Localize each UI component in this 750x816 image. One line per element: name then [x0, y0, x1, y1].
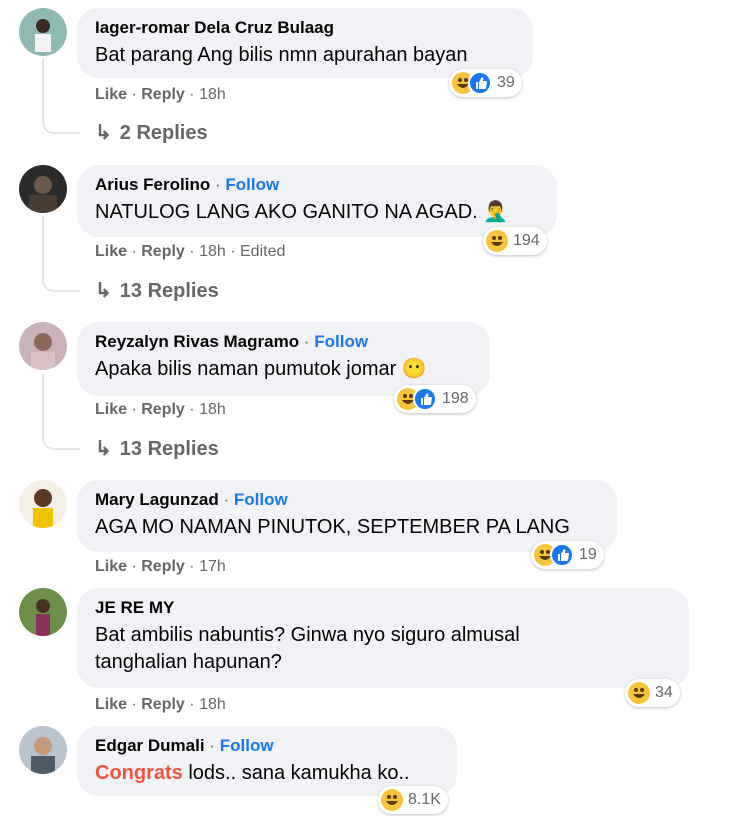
reply-arrow-icon: ↳ — [95, 122, 112, 144]
reaction-count: 194 — [513, 232, 540, 249]
view-replies-link[interactable]: ↳ 13 Replies — [95, 436, 219, 461]
reply-button[interactable]: Reply — [141, 401, 185, 418]
comment-actions: Like · Reply · 18h — [95, 401, 226, 418]
reply-button[interactable]: Reply — [141, 558, 185, 575]
comment-bubble: Mary Lagunzad · Follow AGA MO NAMAN PINU… — [77, 480, 617, 552]
comment-text: NATULOG LANG AKO GANITO NA AGAD. 🤦‍♂️ — [95, 201, 509, 223]
reaction-summary[interactable]: 19 — [531, 541, 604, 569]
reaction-summary[interactable]: 8.1K — [378, 786, 448, 814]
avatar[interactable] — [19, 480, 67, 528]
timestamp[interactable]: 18h — [199, 243, 226, 260]
reply-button[interactable]: Reply — [141, 86, 185, 103]
thread-elbow — [42, 110, 80, 134]
like-button[interactable]: Like — [95, 696, 127, 713]
view-replies-link[interactable]: ↳ 13 Replies — [95, 278, 219, 303]
reaction-summary[interactable]: 39 — [449, 69, 522, 97]
highlighted-word: Congrats — [95, 762, 183, 784]
thread-line — [42, 374, 44, 426]
haha-reaction-icon — [486, 230, 508, 252]
commenter-name[interactable]: Edgar Dumali — [95, 736, 205, 755]
like-button[interactable]: Like — [95, 401, 127, 418]
like-button[interactable]: Like — [95, 243, 127, 260]
thread-elbow — [42, 268, 80, 292]
commenter-name[interactable]: Reyzalyn Rivas Magramo — [95, 332, 299, 351]
reply-arrow-icon: ↳ — [95, 280, 112, 302]
reply-button[interactable]: Reply — [141, 696, 185, 713]
reaction-count: 8.1K — [408, 791, 441, 808]
like-reaction-icon — [468, 71, 492, 95]
comment-text: AGA MO NAMAN PINUTOK, SEPTEMBER PA LANG — [95, 516, 570, 538]
like-button[interactable]: Like — [95, 86, 127, 103]
like-reaction-icon — [550, 543, 574, 567]
reaction-summary[interactable]: 194 — [483, 227, 547, 255]
commenter-name[interactable]: Arius Ferolino — [95, 175, 210, 194]
reply-button[interactable]: Reply — [141, 243, 185, 260]
reaction-summary[interactable]: 34 — [625, 679, 680, 707]
comment-text: Bat parang Ang bilis nmn apurahan bayan — [95, 44, 468, 66]
comment-actions: Like · Reply · 18h — [95, 86, 226, 103]
haha-reaction-icon — [381, 789, 403, 811]
avatar[interactable] — [19, 322, 67, 370]
reaction-count: 39 — [497, 74, 515, 91]
reaction-count: 34 — [655, 684, 673, 701]
follow-button[interactable]: Follow — [234, 490, 288, 509]
comment-actions: Like · Reply · 17h — [95, 558, 226, 575]
like-button[interactable]: Like — [95, 558, 127, 575]
view-replies-link[interactable]: ↳ 2 Replies — [95, 120, 208, 145]
comment-actions: Like · Reply · 18h · Edited — [95, 243, 286, 260]
reply-arrow-icon: ↳ — [95, 438, 112, 460]
follow-button[interactable]: Follow — [220, 736, 274, 755]
comment-bubble: JE RE MY Bat ambilis nabuntis? Ginwa nyo… — [77, 588, 689, 688]
comment-text: Bat ambilis nabuntis? Ginwa nyo siguro a… — [95, 624, 520, 673]
comment-text: Congrats lods.. sana kamukha ko.. — [95, 762, 410, 784]
follow-button[interactable]: Follow — [225, 175, 279, 194]
reaction-count: 198 — [442, 390, 469, 407]
timestamp[interactable]: 18h — [199, 696, 226, 713]
haha-reaction-icon — [628, 682, 650, 704]
reaction-summary[interactable]: 198 — [394, 385, 476, 413]
follow-button[interactable]: Follow — [314, 332, 368, 351]
avatar[interactable] — [19, 588, 67, 636]
avatar[interactable] — [19, 165, 67, 213]
timestamp[interactable]: 17h — [199, 558, 226, 575]
comment-text: Apaka bilis naman pumutok jomar 😶 — [95, 358, 427, 380]
timestamp[interactable]: 18h — [199, 401, 226, 418]
avatar[interactable] — [19, 8, 67, 56]
thread-line — [42, 58, 44, 110]
timestamp[interactable]: 18h — [199, 86, 226, 103]
thread-elbow — [42, 426, 80, 450]
like-reaction-icon — [413, 387, 437, 411]
comment-bubble: Iager-romar Dela Cruz Bulaag Bat parang … — [77, 8, 533, 78]
commenter-name[interactable]: Mary Lagunzad — [95, 490, 219, 509]
commenter-name[interactable]: Iager-romar Dela Cruz Bulaag — [95, 18, 334, 37]
avatar[interactable] — [19, 726, 67, 774]
thread-line — [42, 216, 44, 268]
edited-label: Edited — [240, 243, 286, 260]
reaction-count: 19 — [579, 546, 597, 563]
commenter-name[interactable]: JE RE MY — [95, 598, 174, 617]
comment-actions: Like · Reply · 18h — [95, 696, 226, 713]
comment-bubble: Arius Ferolino · Follow NATULOG LANG AKO… — [77, 165, 557, 237]
